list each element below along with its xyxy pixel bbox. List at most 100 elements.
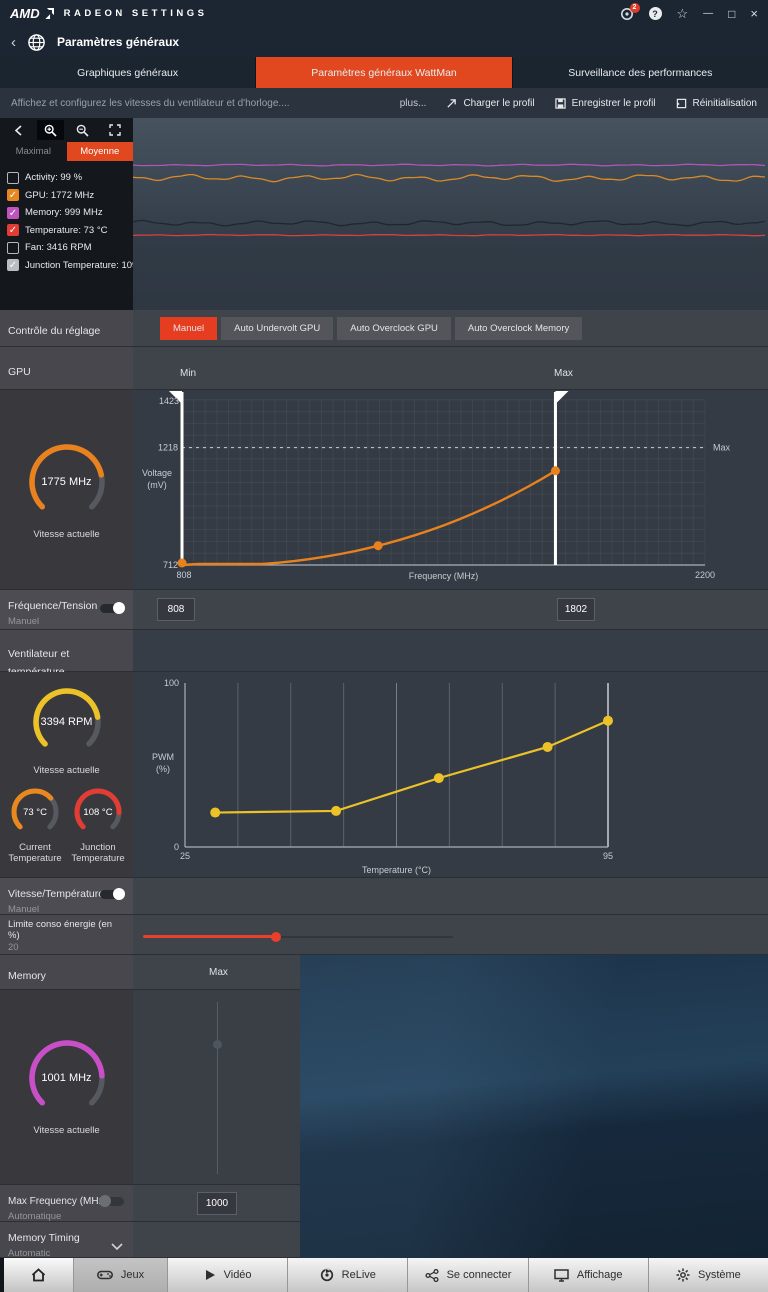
legend-item-junction[interactable]: ✓Junction Temperature: 109 °C: [7, 257, 133, 275]
slider-handle[interactable]: [271, 932, 281, 942]
activity-checkbox[interactable]: [7, 172, 19, 184]
legend-item-gpu[interactable]: ✓GPU: 1772 MHz: [7, 187, 133, 205]
auto-overclock-memory-button[interactable]: Auto Overclock Memory: [455, 317, 582, 340]
max-frequency-input[interactable]: 1802: [557, 598, 595, 621]
monitor-back-icon[interactable]: [5, 120, 32, 140]
memory-speed-value: 1001 MHz: [27, 1038, 107, 1118]
legend-item-memory[interactable]: ✓Memory: 999 MHz: [7, 204, 133, 222]
frequency-voltage-row: Fréquence/Tension Manuel 808 1802: [0, 590, 768, 630]
junction-temperature-caption: Junction Temperature: [67, 842, 129, 864]
memory-checkbox[interactable]: ✓: [7, 207, 19, 219]
power-limit-row: Limite conso énergie (en %) 20: [0, 915, 768, 955]
svg-text:Voltage(mV): Voltage(mV): [142, 468, 172, 490]
legend-item-activity[interactable]: Activity: 99 %: [7, 169, 133, 187]
nav-affichage[interactable]: Affichage: [529, 1258, 649, 1292]
memory-timing-mode: Automatic: [8, 1248, 125, 1259]
auto-undervolt-gpu-button[interactable]: Auto Undervolt GPU: [221, 317, 333, 340]
speed-temperature-toggle[interactable]: [100, 890, 124, 899]
help-icon[interactable]: ?: [649, 7, 662, 20]
nav-relive[interactable]: ReLive: [288, 1258, 408, 1292]
reset-label: Réinitialisation: [693, 98, 757, 109]
load-arrow-icon: [446, 98, 457, 109]
home-button[interactable]: [4, 1258, 74, 1292]
junction-checkbox[interactable]: ✓: [7, 259, 19, 271]
svg-text:PWM(%): PWM(%): [152, 752, 174, 774]
svg-text:95: 95: [603, 851, 613, 861]
current-temperature-value: 73 °C: [9, 786, 61, 838]
gpu-checkbox[interactable]: ✓: [7, 189, 19, 201]
favorite-star-icon[interactable]: ☆: [677, 6, 689, 22]
save-profile-button[interactable]: Enregistrer le profil: [555, 98, 656, 109]
nav-label: ReLive: [342, 1269, 376, 1281]
nav-video[interactable]: Vidéo: [168, 1258, 288, 1292]
junction-temperature-gauge: 108 °C: [72, 786, 124, 838]
temperature-checkbox[interactable]: ✓: [7, 224, 19, 236]
back-button[interactable]: ‹: [11, 35, 16, 50]
fan-curve-chart[interactable]: 10002595PWM(%)Temperature (°C): [133, 672, 768, 878]
memory-body-row: 1001 MHz Vitesse actuelle: [0, 990, 300, 1185]
gpu-header-row: GPU Min Max: [0, 347, 768, 390]
display-icon: [554, 1269, 569, 1282]
zoom-out-icon[interactable]: [69, 120, 96, 140]
reset-button[interactable]: Réinitialisation: [676, 98, 757, 109]
wattman-toolbar: Affichez et configurez les vitesses du v…: [0, 88, 768, 118]
tab-bar: Graphiques généraux Paramètres généraux …: [0, 57, 768, 88]
amd-logo: AMD: [10, 6, 54, 21]
manual-button[interactable]: Manuel: [160, 317, 217, 340]
play-icon: [204, 1269, 216, 1281]
nav-label: Jeux: [121, 1269, 144, 1281]
legend-item-fan[interactable]: Fan: 3416 RPM: [7, 239, 133, 257]
fan-checkbox[interactable]: [7, 242, 19, 254]
gamepad-icon: [97, 1269, 113, 1281]
vertical-slider-track: [217, 1002, 218, 1174]
close-button[interactable]: ×: [750, 6, 758, 21]
load-profile-button[interactable]: Charger le profil: [446, 98, 534, 109]
max-frequency-toggle[interactable]: [100, 1197, 124, 1206]
vertical-slider-handle[interactable]: [213, 1040, 222, 1049]
gpu-section-label: GPU: [8, 366, 31, 378]
more-link[interactable]: plus...: [400, 98, 427, 109]
nav-se-connecter[interactable]: Se connecter: [408, 1258, 528, 1292]
home-icon: [31, 1268, 46, 1282]
power-limit-title: Limite conso énergie (en %): [8, 919, 118, 941]
chevron-down-icon[interactable]: [111, 1237, 123, 1255]
tab-graphiques-generaux[interactable]: Graphiques généraux: [0, 57, 256, 88]
gpu-frequency-voltage-chart[interactable]: Max712121814238082200Voltage(mV)Frequenc…: [133, 390, 768, 590]
legend-label: Junction Temperature: 109 °C: [25, 260, 151, 271]
tuning-control-row: Contrôle du réglage Manuel Auto Undervol…: [0, 310, 768, 347]
tab-surveillance-performances[interactable]: Surveillance des performances: [513, 57, 768, 88]
monitor-graph[interactable]: [133, 118, 768, 310]
amd-arrow-mark: [43, 8, 54, 19]
memory-max-frequency-input[interactable]: 1000: [197, 1192, 237, 1215]
minimize-button[interactable]: —: [703, 8, 713, 19]
maximize-button[interactable]: □: [728, 7, 735, 21]
power-limit-value: 20: [8, 942, 125, 953]
save-profile-label: Enregistrer le profil: [572, 98, 656, 109]
tab-parametres-wattman[interactable]: Paramètres généraux WattMan: [256, 57, 512, 88]
toolbar-description: Affichez et configurez les vitesses du v…: [11, 98, 290, 109]
monitor-tab-moyenne[interactable]: Moyenne: [67, 142, 134, 161]
memory-frequency-slider[interactable]: [133, 990, 300, 1185]
gpu-speed-value: 1775 MHz: [27, 442, 107, 522]
nav-jeux[interactable]: Jeux: [74, 1258, 168, 1292]
svg-text:25: 25: [180, 851, 190, 861]
zoom-in-icon[interactable]: [37, 120, 64, 140]
gpu-body-row: 1775 MHz Vitesse actuelle Max71212181423…: [0, 390, 768, 590]
svg-text:0: 0: [174, 842, 179, 852]
reset-zoom-icon[interactable]: [101, 120, 128, 140]
frequency-voltage-toggle[interactable]: [100, 604, 124, 613]
svg-text:Frequency (MHz): Frequency (MHz): [409, 571, 479, 581]
legend-item-temperature[interactable]: ✓Temperature: 73 °C: [7, 222, 133, 240]
power-limit-slider[interactable]: [143, 932, 463, 942]
gpu-speed-gauge: 1775 MHz: [27, 442, 107, 522]
auto-overclock-gpu-button[interactable]: Auto Overclock GPU: [337, 317, 451, 340]
fan-section-header-row: Ventilateur et température: [0, 630, 768, 672]
fan-body-row: 3394 RPM Vitesse actuelle 73 °C Current …: [0, 672, 768, 878]
notifications-icon[interactable]: 2: [620, 7, 634, 21]
tab-label: Maximal: [16, 146, 51, 157]
monitor-tab-maximal[interactable]: Maximal: [0, 142, 67, 161]
load-profile-label: Charger le profil: [463, 98, 534, 109]
nav-systeme[interactable]: Système: [649, 1258, 768, 1292]
max-frequency-mode: Automatique: [8, 1211, 125, 1222]
min-frequency-input[interactable]: 808: [157, 598, 195, 621]
